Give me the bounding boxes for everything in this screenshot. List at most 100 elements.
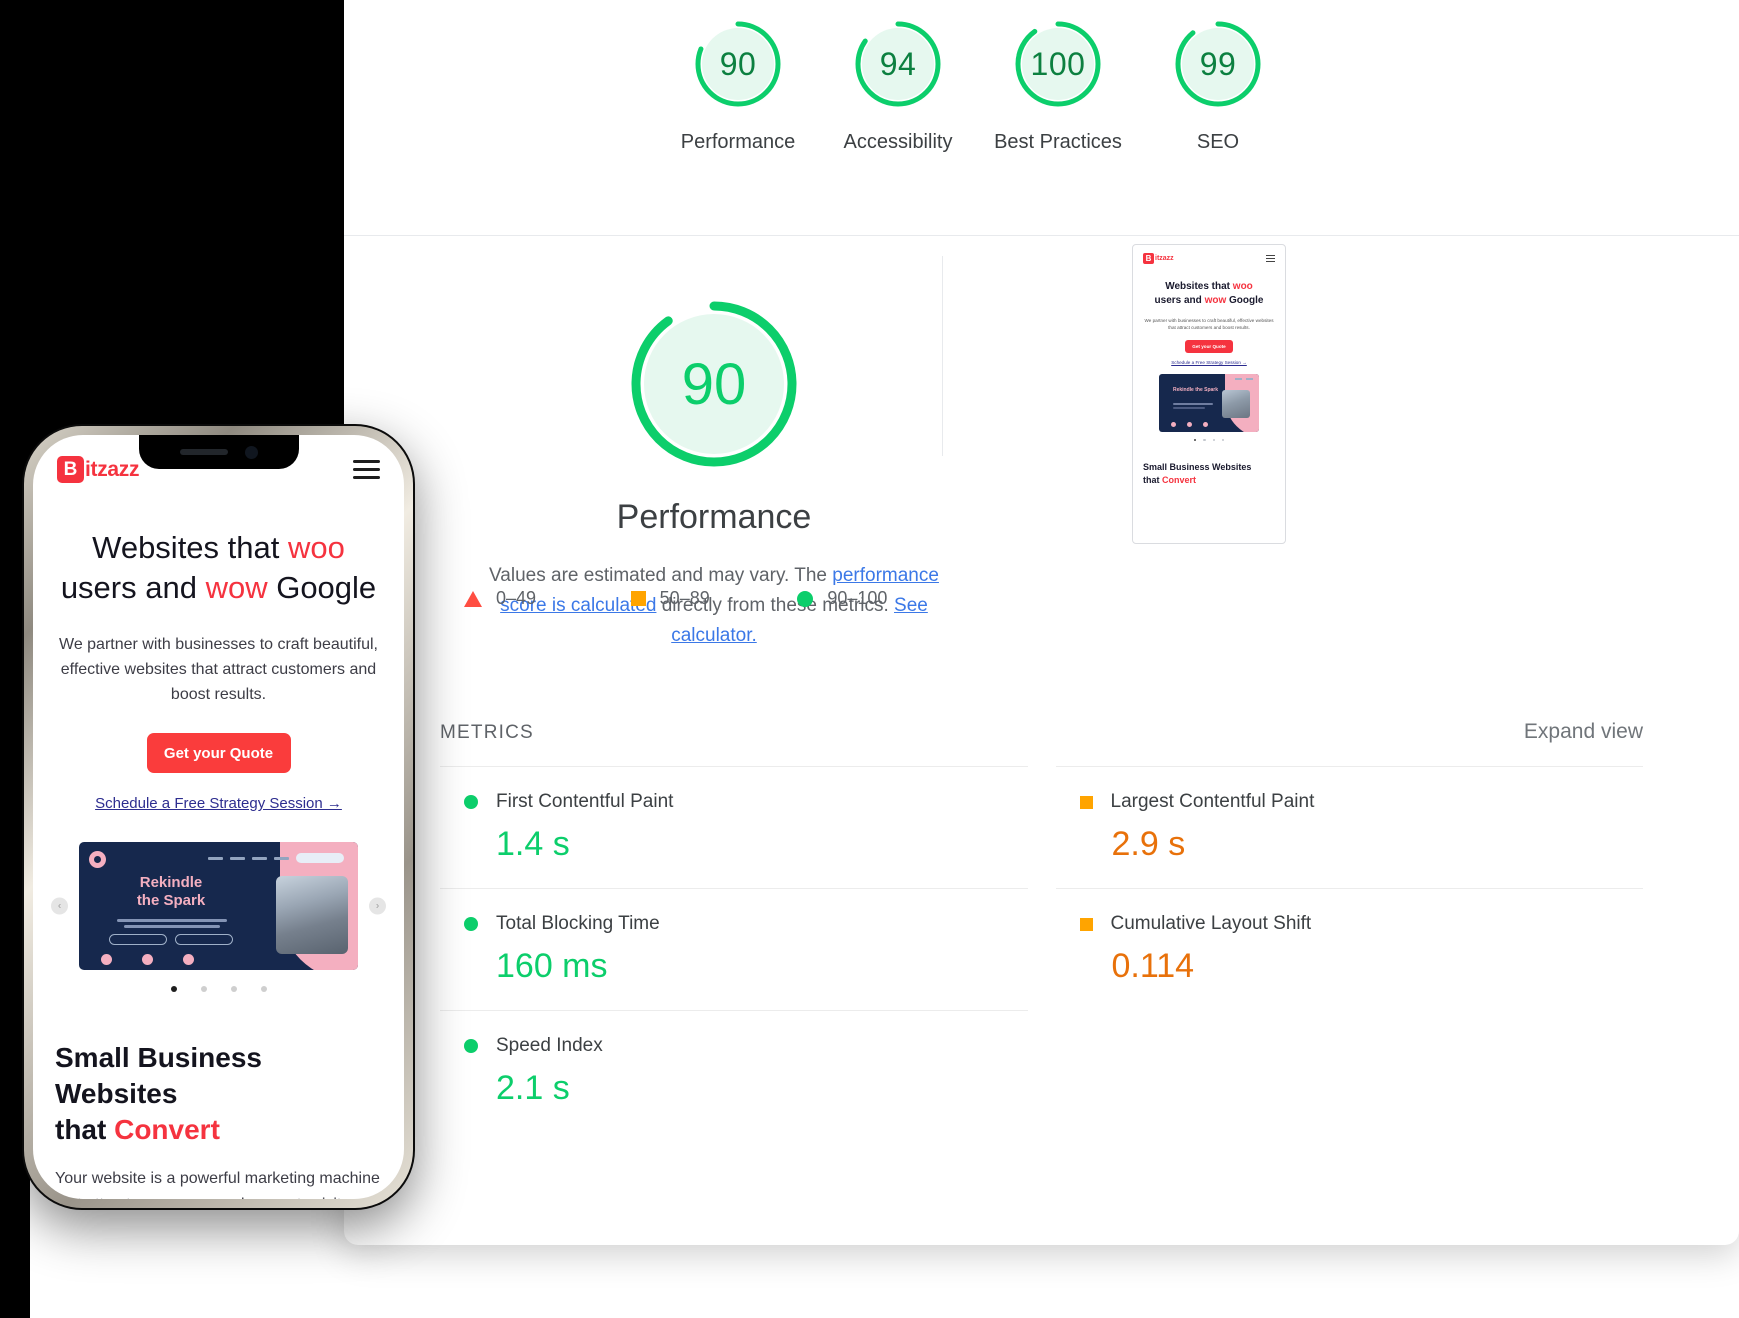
page-screenshot-thumbnail: B itzazz Websites that woo users and wow… (1132, 244, 1286, 544)
legend-item-good: 90–100 (797, 588, 964, 609)
hero-heading-part-3: Google (267, 570, 377, 605)
legend-item-average: 50–89 (630, 588, 798, 609)
main-score-title: Performance (616, 498, 812, 536)
gauge-ring-best-practices: 100 (1012, 18, 1104, 110)
hamburger-menu-icon[interactable] (353, 455, 380, 484)
thumb-heading-a: Websites that (1165, 281, 1233, 292)
carousel-prev-arrow-icon[interactable]: ‹ (51, 897, 68, 915)
thumbnail-slide-title: Rekindle the Spark (1173, 387, 1219, 393)
slide-photo (1222, 390, 1250, 418)
slide-title-line-1: Rekindle (139, 874, 203, 891)
slide-icon-row (101, 954, 194, 965)
phone-mockup: B itzazz Websites that woo users and wow… (22, 424, 415, 1210)
metrics-grid: First Contentful Paint 1.4 s Largest Con… (440, 766, 1643, 1132)
hero-carousel: ‹ Rekindle the Spark › (51, 842, 386, 970)
gauge-performance[interactable]: 90 Performance (658, 18, 818, 157)
gauge-score-accessibility: 94 (879, 45, 917, 82)
thumbnail-paragraph: We partner with businesses to craft beau… (1144, 318, 1274, 330)
square-icon (630, 591, 646, 606)
circle-icon (797, 590, 814, 607)
metric-name: Cumulative Layout Shift (1110, 913, 1312, 934)
expand-view-button[interactable]: Expand view (1524, 720, 1643, 744)
metric-value: 160 ms (496, 947, 608, 985)
site-header: B itzazz (33, 435, 404, 484)
thumb-heading-c: users and (1154, 295, 1205, 306)
thumbnail-cta-button: Get your Quote (1185, 340, 1233, 353)
carousel-dot[interactable] (260, 986, 267, 992)
gauge-accessibility[interactable]: 94 Accessibility (818, 18, 978, 157)
slide-nav-items (208, 853, 344, 863)
carousel-dot[interactable] (200, 986, 207, 992)
gauge-seo[interactable]: 99 SEO (1138, 18, 1298, 157)
slide-brand-icon (89, 851, 106, 868)
performance-summary: 90 Performance Values are estimated and … (344, 236, 1739, 706)
carousel-next-arrow-icon[interactable]: › (369, 897, 386, 915)
carousel-dot[interactable] (170, 986, 177, 992)
circle-icon (464, 917, 478, 931)
thumbnail-carousel-slide: Rekindle the Spark (1159, 374, 1259, 432)
section-heading-line-2a: that (55, 1114, 115, 1145)
metric-name: Largest Contentful Paint (1110, 791, 1315, 812)
hero-paragraph: We partner with businesses to craft beau… (59, 636, 378, 703)
metric-first-contentful-paint[interactable]: First Contentful Paint 1.4 s (440, 766, 1028, 888)
main-score-ring: 90 (626, 296, 802, 472)
legend-item-poor: 0–49 (464, 588, 631, 609)
screenshot-root: 90 Performance 94 Accessibility 100 Best… (0, 0, 1739, 1318)
gauge-ring-performance: 90 (692, 18, 784, 110)
gauge-ring-accessibility: 94 (852, 18, 944, 110)
carousel-dot[interactable] (230, 986, 237, 992)
thumbnail-heading-2: Small Business Websites that Convert (1143, 461, 1275, 487)
slide-bar-1 (1173, 403, 1213, 405)
thumb-heading-b: woo (1232, 281, 1253, 292)
gauge-best-practices[interactable]: 100 Best Practices (978, 18, 1138, 157)
section-heading: Small Business Websites that Convert (55, 1040, 382, 1148)
section-heading-convert: Convert (114, 1114, 220, 1145)
square-icon (1079, 795, 1093, 809)
metric-cumulative-layout-shift[interactable]: Cumulative Layout Shift 0.114 (1055, 888, 1643, 1010)
slide-bar-2 (1173, 407, 1205, 409)
logo-text: itzazz (85, 457, 140, 481)
thumb-h2-a: Small Business Websites (1143, 462, 1252, 473)
lighthouse-report-card: 90 Performance 94 Accessibility 100 Best… (344, 0, 1739, 1245)
gauge-label-seo: SEO (1196, 131, 1240, 153)
thumb-heading-d: wow (1204, 295, 1227, 306)
thumbnail-link: Schedule a Free Strategy Session → (1171, 360, 1247, 365)
slide-nav-lines (1235, 378, 1253, 380)
slide-buttons (109, 934, 233, 945)
site-logo[interactable]: B itzazz (57, 456, 140, 483)
metric-largest-contentful-paint[interactable]: Largest Contentful Paint 2.9 s (1055, 766, 1643, 888)
carousel-slide[interactable]: Rekindle the Spark (79, 842, 358, 970)
score-legend: 0–49 50–89 90–100 (464, 588, 964, 609)
hero-heading-wow: wow (205, 570, 268, 605)
section-heading-line-1: Small Business Websites (55, 1042, 262, 1109)
gauge-score-seo: 99 (1199, 45, 1237, 82)
thumbnail-carousel-dots (1143, 439, 1275, 442)
metric-name: Total Blocking Time (496, 913, 660, 934)
metric-value: 0.114 (1111, 947, 1195, 985)
thumb-heading-e: Google (1226, 295, 1264, 306)
schedule-session-link[interactable]: Schedule a Free Strategy Session → (33, 795, 404, 812)
hero-heading-part-2: users and (60, 570, 206, 605)
category-gauges: 90 Performance 94 Accessibility 100 Best… (344, 0, 1739, 236)
gauge-label-best-practices: Best Practices (994, 131, 1122, 153)
gauge-score-best-practices: 100 (1030, 45, 1086, 82)
slide-icon-row (1171, 422, 1208, 427)
thumb-h2-c: Convert (1162, 475, 1197, 486)
vertical-divider (942, 256, 943, 456)
thumbnail-heading: Websites that woo users and wow Google (1143, 280, 1275, 308)
metric-cell-empty (1056, 1010, 1644, 1132)
main-score-value: 90 (681, 351, 747, 417)
metric-value: 2.9 s (1111, 825, 1186, 863)
circle-icon (464, 795, 478, 809)
hero-heading-woo: woo (287, 530, 345, 565)
get-your-quote-button[interactable]: Get your Quote (146, 733, 291, 773)
carousel-slide-title: Rekindle the Spark (111, 874, 231, 910)
carousel-dots[interactable] (33, 986, 404, 992)
metric-speed-index[interactable]: Speed Index 2.1 s (440, 1010, 1028, 1132)
gauge-ring-seo: 99 (1172, 18, 1264, 110)
thumbnail-logo: B itzazz (1143, 253, 1174, 264)
slide-subtext-lines (109, 916, 235, 931)
metrics-title: METRICS (440, 722, 534, 743)
metric-total-blocking-time[interactable]: Total Blocking Time 160 ms (440, 888, 1028, 1010)
metric-value: 2.1 s (496, 1069, 570, 1107)
